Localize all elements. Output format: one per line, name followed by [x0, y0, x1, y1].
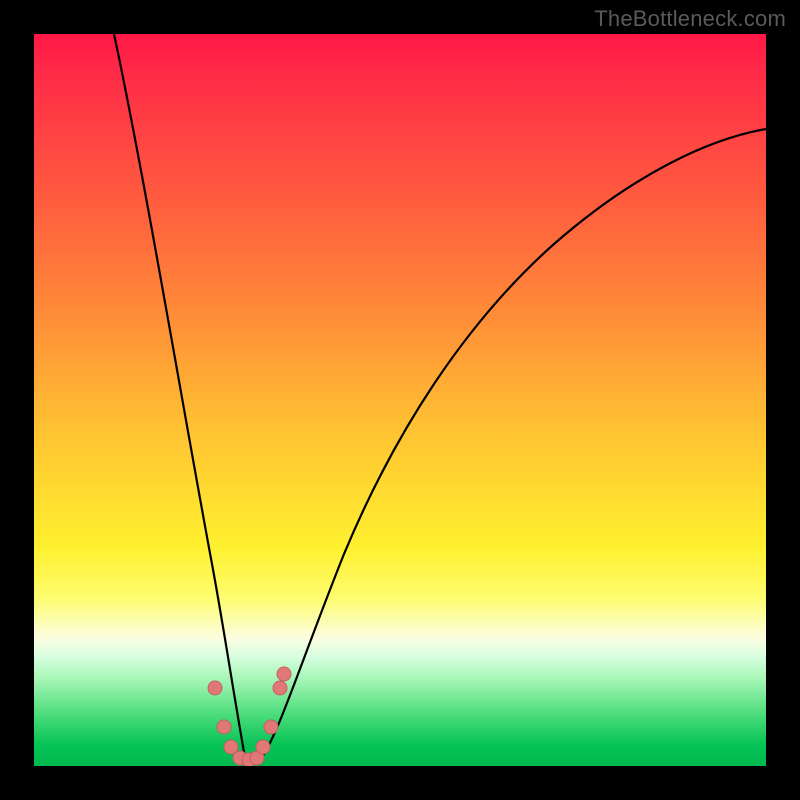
data-marker [217, 720, 231, 734]
curve-right [250, 129, 766, 760]
data-marker [264, 720, 278, 734]
data-marker [256, 740, 270, 754]
data-marker [208, 681, 222, 695]
marker-group [208, 667, 291, 766]
data-marker [273, 681, 287, 695]
chart-svg [34, 34, 766, 766]
curve-left [114, 34, 250, 760]
plot-area [34, 34, 766, 766]
data-marker [277, 667, 291, 681]
watermark-text: TheBottleneck.com [594, 6, 786, 32]
chart-frame: TheBottleneck.com [0, 0, 800, 800]
